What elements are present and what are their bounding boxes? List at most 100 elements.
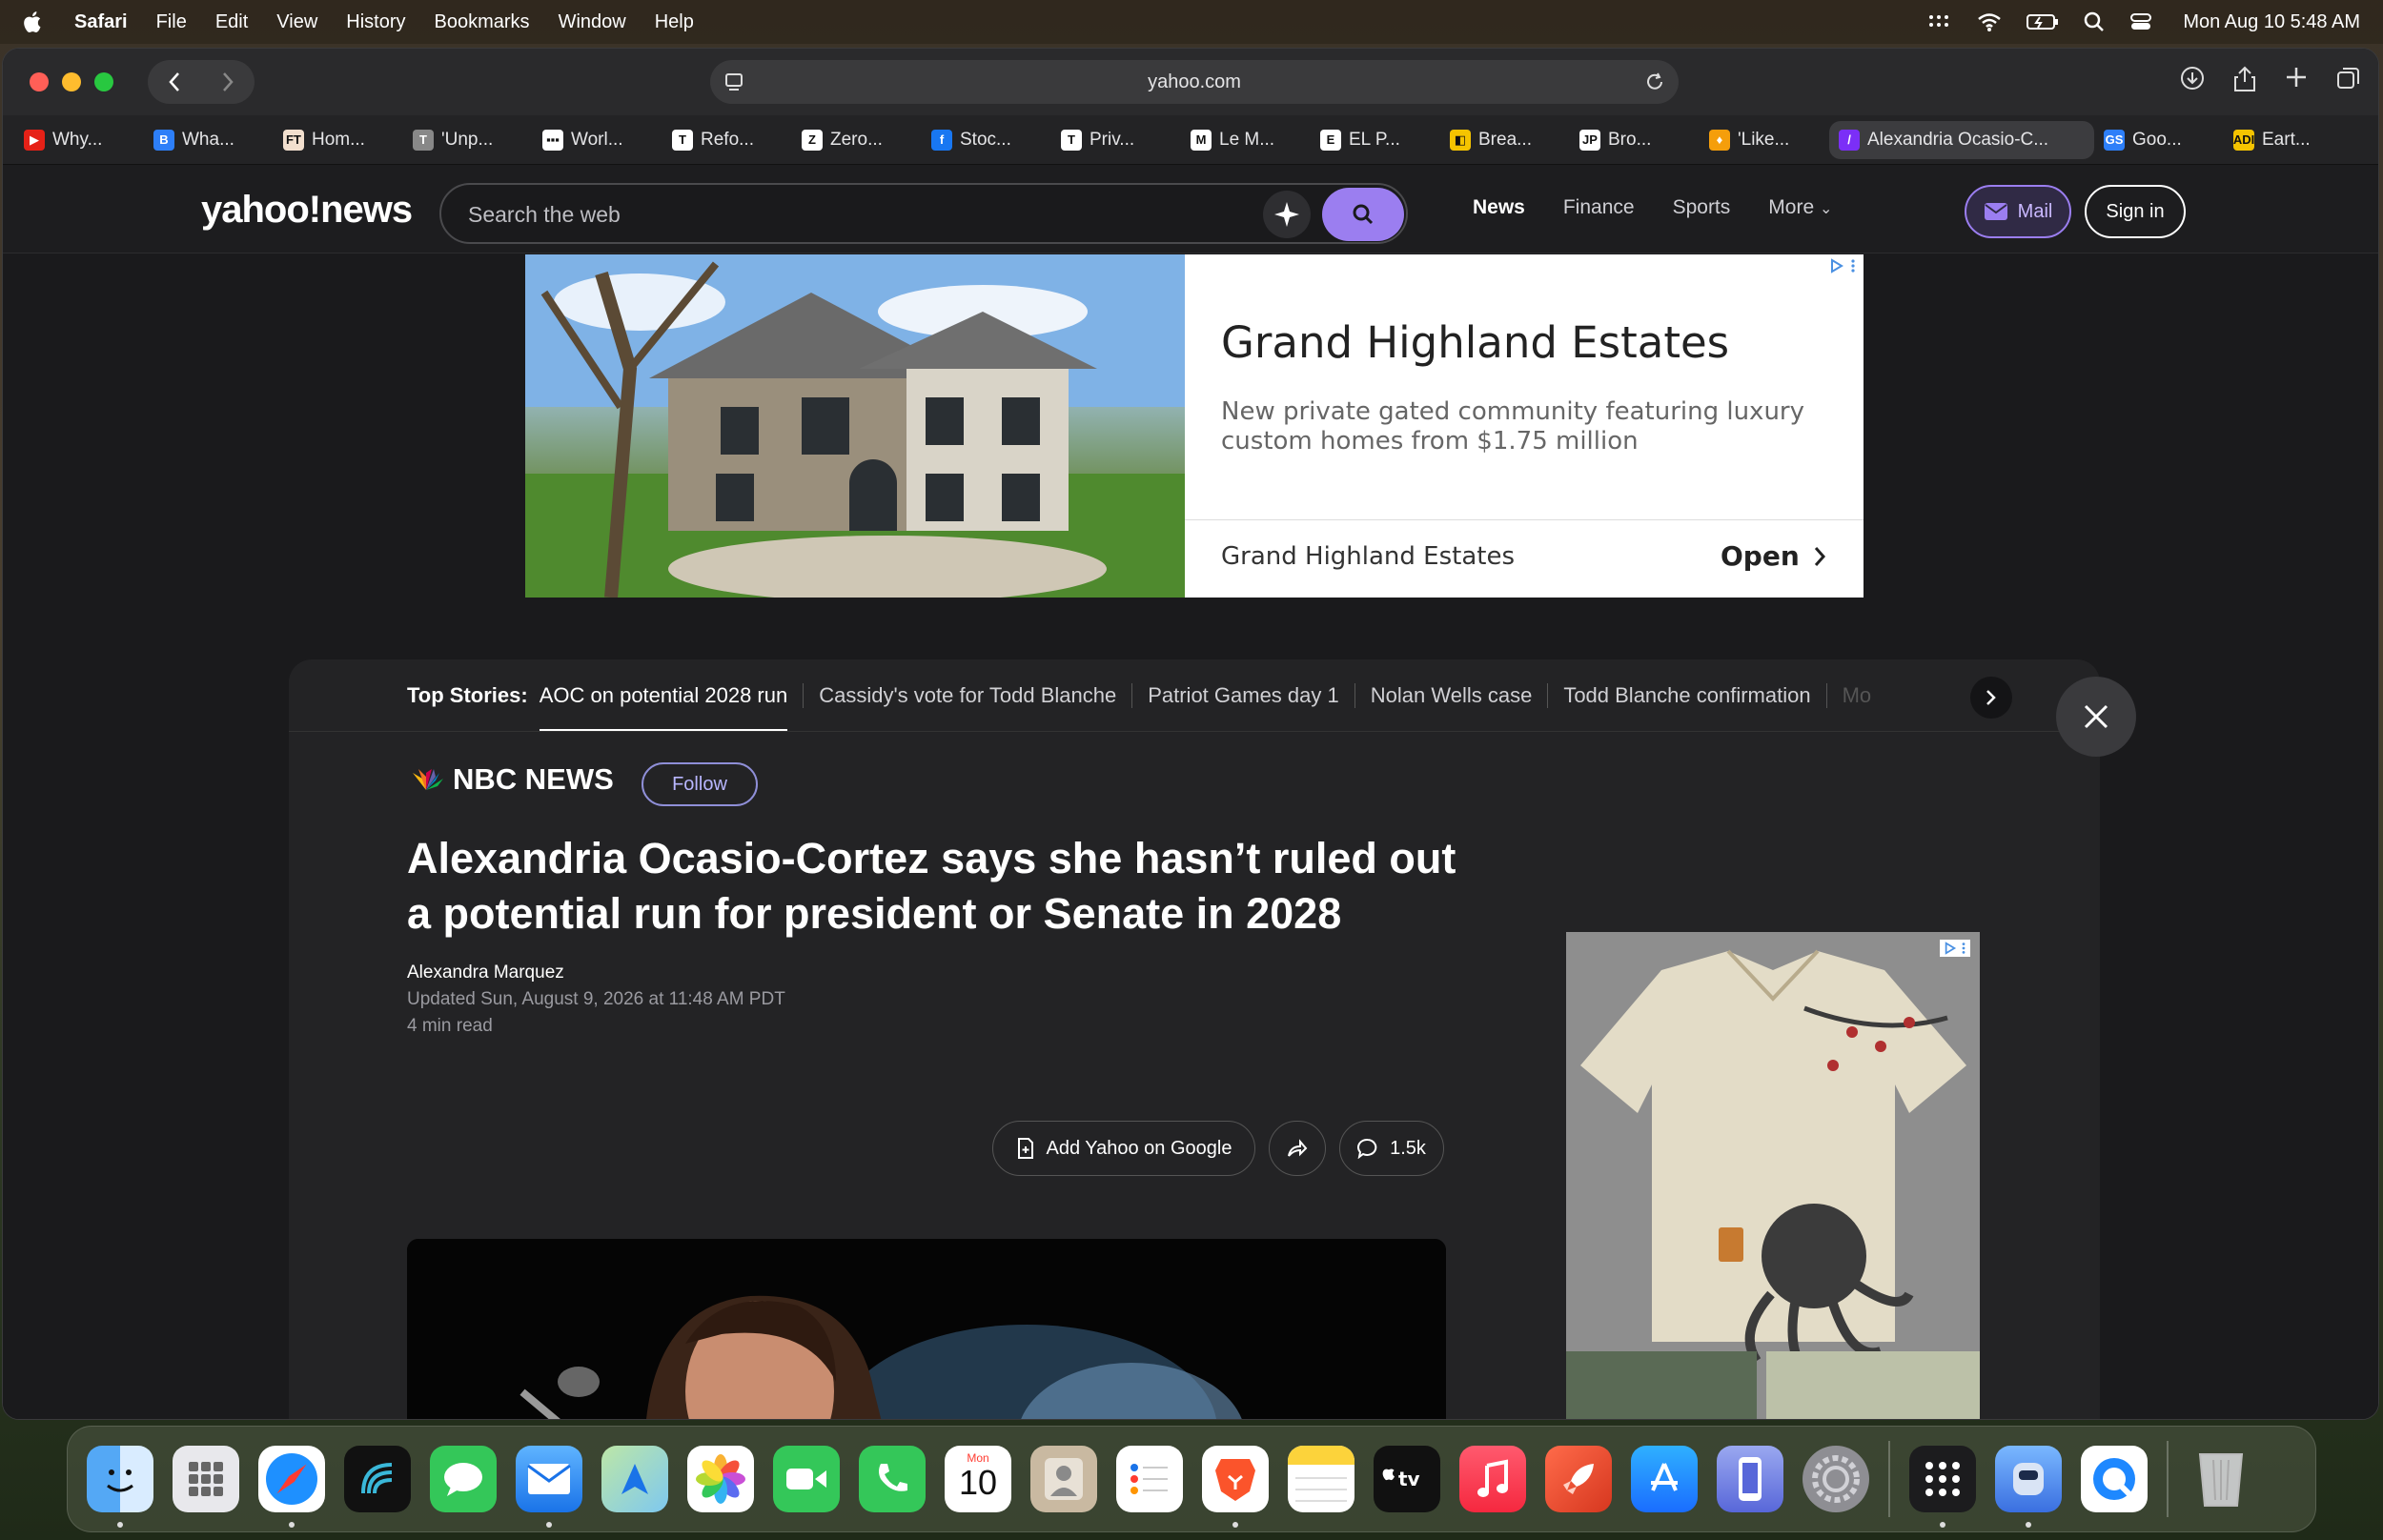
share-button[interactable] xyxy=(1269,1121,1326,1176)
dock-reminders[interactable] xyxy=(1116,1446,1183,1512)
dock-podcast-app[interactable] xyxy=(344,1446,411,1512)
menu-window[interactable]: Window xyxy=(559,11,626,33)
tab[interactable]: ♦ 'Like... xyxy=(1700,121,1829,159)
top-story-item[interactable]: Todd Blanche confirmation xyxy=(1548,682,1827,708)
control-center-icon[interactable] xyxy=(2129,11,2158,32)
ad-choices[interactable] xyxy=(1940,940,1970,957)
top-story-item[interactable]: Cassidy's vote for Todd Blanche xyxy=(804,682,1133,708)
dock-apps-folder[interactable] xyxy=(1909,1446,1976,1528)
dock-launchpad[interactable] xyxy=(173,1446,239,1512)
top-story-item[interactable]: AOC on potential 2028 run xyxy=(539,682,805,731)
tab[interactable]: B Wha... xyxy=(144,121,274,159)
sign-in-button[interactable]: Sign in xyxy=(2085,185,2186,238)
reload-icon[interactable] xyxy=(1644,71,1665,92)
top-stories-next-button[interactable] xyxy=(1970,677,2012,719)
new-tab-icon[interactable] xyxy=(2285,66,2308,89)
minimize-window-button[interactable] xyxy=(62,72,81,91)
dock-phone[interactable] xyxy=(859,1446,926,1512)
nav-finance[interactable]: Finance xyxy=(1563,196,1635,219)
dock-system-settings[interactable] xyxy=(1803,1446,1869,1512)
apple-menu-icon[interactable] xyxy=(21,10,46,34)
follow-button[interactable]: Follow xyxy=(642,762,758,806)
forward-icon[interactable] xyxy=(220,71,235,93)
comments-button[interactable]: 1.5k xyxy=(1339,1121,1444,1176)
dock-migration[interactable] xyxy=(1995,1446,2062,1528)
tab[interactable]: T Priv... xyxy=(1051,121,1181,159)
dock-quicktime[interactable] xyxy=(2081,1446,2148,1512)
banner-ad[interactable]: Grand Highland Estates New private gated… xyxy=(525,254,1864,598)
wifi-icon[interactable] xyxy=(1977,12,2002,31)
search-button[interactable] xyxy=(1322,188,1404,241)
menu-edit[interactable]: Edit xyxy=(215,11,248,33)
menu-history[interactable]: History xyxy=(346,11,405,33)
ai-sparkle-button[interactable] xyxy=(1263,191,1311,238)
mail-button[interactable]: Mail xyxy=(1965,185,2071,238)
tab[interactable]: ▶ Why... xyxy=(14,121,144,159)
dock-simulator[interactable] xyxy=(1717,1446,1783,1512)
close-window-button[interactable] xyxy=(30,72,49,91)
dock-apple-tv[interactable]: tv xyxy=(1374,1446,1440,1512)
top-story-item[interactable]: Nolan Wells case xyxy=(1355,682,1549,708)
menu-help[interactable]: Help xyxy=(655,11,694,33)
tab[interactable]: GS Goo... xyxy=(2094,121,2224,159)
top-story-item[interactable]: Mo xyxy=(1827,683,1887,708)
tab[interactable]: T Refo... xyxy=(662,121,792,159)
tab[interactable]: f Stoc... xyxy=(922,121,1051,159)
dock-music[interactable] xyxy=(1459,1446,1526,1512)
add-yahoo-google-button[interactable]: Add Yahoo on Google xyxy=(992,1121,1255,1176)
top-story-item[interactable]: Patriot Games day 1 xyxy=(1132,682,1355,708)
dock-maps[interactable] xyxy=(601,1446,668,1512)
tab[interactable]: M Le M... xyxy=(1181,121,1311,159)
side-ad[interactable] xyxy=(1566,932,1980,1419)
tab[interactable]: FT Hom... xyxy=(274,121,403,159)
source-logo[interactable]: NBC NEWS xyxy=(407,762,614,797)
search-input[interactable] xyxy=(468,198,1192,231)
dock-app-store[interactable] xyxy=(1631,1446,1698,1512)
downloads-icon[interactable] xyxy=(2180,66,2205,91)
nav-more[interactable]: More ⌄ xyxy=(1768,196,1832,219)
yahoo-news-logo[interactable]: yahoo!news xyxy=(201,189,413,232)
dock-messages[interactable] xyxy=(430,1446,497,1512)
back-icon[interactable] xyxy=(167,71,182,93)
nav-news[interactable]: News xyxy=(1473,196,1525,219)
dock-finder[interactable] xyxy=(87,1446,153,1528)
tab[interactable]: E EL P... xyxy=(1311,121,1440,159)
article-author[interactable]: Alexandra Marquez xyxy=(407,962,564,983)
menu-clock[interactable]: Mon Aug 10 5:48 AM xyxy=(2183,11,2360,33)
tab-overview-icon[interactable] xyxy=(2336,66,2361,91)
dock-mail[interactable] xyxy=(516,1446,582,1528)
close-modal-button[interactable] xyxy=(2056,677,2136,757)
menu-file[interactable]: File xyxy=(156,11,187,33)
tab[interactable]: ▪▪▪ Worl... xyxy=(533,121,662,159)
ad-open-button[interactable]: Open xyxy=(1721,540,1826,572)
dock-contacts[interactable] xyxy=(1030,1446,1097,1512)
dock-rocket-app[interactable] xyxy=(1545,1446,1612,1512)
tab[interactable]: ADI Eart... xyxy=(2224,121,2353,159)
dock-facetime[interactable] xyxy=(773,1446,840,1512)
tab-label: Stoc... xyxy=(960,129,1011,150)
mail-icon xyxy=(1984,203,2007,220)
tab[interactable]: T 'Unp... xyxy=(403,121,533,159)
tab[interactable]: JP Bro... xyxy=(1570,121,1700,159)
nav-sports[interactable]: Sports xyxy=(1673,196,1731,219)
zoom-window-button[interactable] xyxy=(94,72,113,91)
spotlight-icon[interactable] xyxy=(2084,11,2105,32)
tab[interactable]: Z Zero... xyxy=(792,121,922,159)
menu-bookmarks[interactable]: Bookmarks xyxy=(435,11,530,33)
menu-view[interactable]: View xyxy=(276,11,317,33)
tab-active[interactable]: / Alexandria Ocasio-C... xyxy=(1829,120,2094,159)
share-icon[interactable] xyxy=(2233,66,2256,92)
dock-photos[interactable] xyxy=(687,1446,754,1512)
page-menu-icon[interactable] xyxy=(723,71,744,92)
tab[interactable]: ◧ Brea... xyxy=(1440,121,1570,159)
dots-grid-icon[interactable] xyxy=(1927,12,1952,31)
dock-trash[interactable] xyxy=(2188,1446,2254,1512)
battery-icon[interactable] xyxy=(2027,12,2059,31)
menu-app-name[interactable]: Safari xyxy=(74,11,128,33)
dock-notes[interactable] xyxy=(1288,1446,1354,1512)
address-bar[interactable]: yahoo.com xyxy=(710,60,1679,104)
dock-safari[interactable] xyxy=(258,1446,325,1528)
dock-brave[interactable] xyxy=(1202,1446,1269,1528)
ad-choices[interactable] xyxy=(1829,258,1856,274)
dock-calendar[interactable]: Mon 10 xyxy=(945,1446,1011,1512)
